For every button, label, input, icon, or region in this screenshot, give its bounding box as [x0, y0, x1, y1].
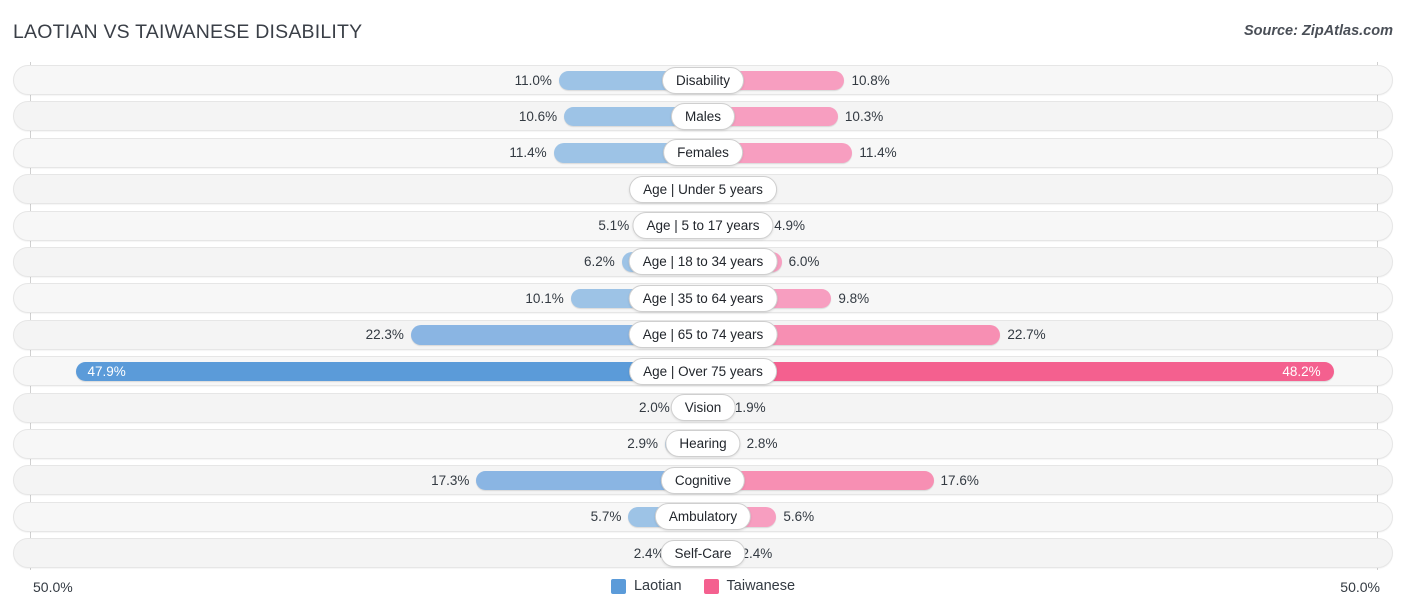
table-row: 10.6% 10.3% Males: [0, 98, 1406, 134]
category-label: Self-Care: [660, 539, 746, 567]
value-label-laotian: 2.9%: [627, 436, 659, 452]
value-label-taiwanese: 6.0%: [788, 254, 820, 270]
table-row: 22.3% 22.7% Age | 65 to 74 years: [0, 317, 1406, 353]
legend-swatch-icon: [610, 578, 626, 594]
value-label-taiwanese: 5.6%: [783, 509, 815, 525]
value-label-laotian: 5.1%: [598, 218, 630, 234]
value-label-laotian: 22.3%: [365, 327, 404, 343]
category-label: Age | Under 5 years: [629, 175, 777, 203]
category-label: Hearing: [665, 430, 741, 458]
value-label-taiwanese: 9.8%: [838, 290, 870, 306]
bar-laotian: [75, 361, 703, 382]
value-label-laotian: 10.1%: [525, 290, 564, 306]
bar-taiwanese: [703, 361, 1335, 382]
legend-swatch-icon: [703, 578, 719, 594]
value-label-laotian: 11.4%: [509, 145, 547, 161]
category-label: Vision: [670, 394, 736, 422]
chart-plot-area: 11.0% 10.8% Disability 10.6% 10.3% Males 11.4%…: [0, 62, 1406, 574]
value-label-laotian: 47.9%: [87, 363, 126, 379]
value-label-taiwanese: 11.4%: [859, 145, 897, 161]
category-label: Disability: [661, 66, 745, 94]
category-label: Age | 35 to 64 years: [628, 284, 778, 312]
chart-page: LAOTIAN VS TAIWANESE DISABILITY Source: …: [0, 0, 1406, 612]
category-label: Males: [670, 102, 736, 130]
category-label: Cognitive: [660, 466, 746, 494]
legend-label: Laotian: [633, 578, 682, 594]
value-label-taiwanese: 48.2%: [1282, 363, 1321, 379]
source-attribution: Source: ZipAtlas.com: [1243, 23, 1393, 39]
table-row: 2.4% 2.4% Self-Care: [0, 535, 1406, 571]
value-label-laotian: 6.2%: [584, 254, 615, 270]
table-row: 10.1% 9.8% Age | 35 to 64 years: [0, 280, 1406, 316]
table-row: 5.7% 5.6% Ambulatory: [0, 499, 1406, 535]
category-label: Age | 65 to 74 years: [628, 321, 778, 349]
table-row: 6.2% 6.0% Age | 18 to 34 years: [0, 244, 1406, 280]
value-label-laotian: 2.0%: [639, 400, 670, 416]
value-label-laotian: 17.3%: [431, 472, 470, 488]
category-label: Ambulatory: [654, 503, 752, 531]
table-row: 2.9% 2.8% Hearing: [0, 426, 1406, 462]
table-row: 11.0% 10.8% Disability: [0, 62, 1406, 98]
value-label-taiwanese: 22.7%: [1007, 327, 1046, 343]
value-label-taiwanese: 10.8%: [851, 72, 890, 88]
table-row: 11.4% 11.4% Females: [0, 135, 1406, 171]
value-label-taiwanese: 1.9%: [734, 400, 766, 416]
value-label-taiwanese: 4.9%: [774, 218, 805, 234]
table-row: 5.1% 4.9% Age | 5 to 17 years: [0, 208, 1406, 244]
chart-rows: 11.0% 10.8% Disability 10.6% 10.3% Males 11.4%…: [0, 62, 1406, 571]
table-row: 1.2%1.3%Age | Under 5 years: [0, 171, 1406, 207]
legend-label: Taiwanese: [726, 578, 796, 594]
table-row: 2.0% 1.9% Vision: [0, 390, 1406, 426]
value-label-laotian: 5.7%: [590, 509, 622, 525]
page-title: LAOTIAN VS TAIWANESE DISABILITY: [13, 21, 363, 43]
value-label-taiwanese: 10.3%: [844, 108, 884, 124]
category-label: Age | Over 75 years: [629, 357, 777, 385]
value-label-laotian: 10.6%: [518, 108, 558, 124]
legend-item[interactable]: Taiwanese: [703, 578, 796, 594]
chart-legend: Laotian Taiwanese: [0, 578, 1406, 594]
category-label: Females: [663, 139, 743, 167]
chart-footer: 50.0% 50.0% Laotian Taiwanese: [0, 575, 1406, 612]
table-row: 47.9% 48.2% Age | Over 75 years: [0, 353, 1406, 389]
value-label-laotian: 11.0%: [514, 72, 552, 88]
table-row: 17.3% 17.6% Cognitive: [0, 462, 1406, 498]
category-label: Age | 18 to 34 years: [628, 248, 778, 276]
legend-item[interactable]: Laotian: [610, 578, 682, 594]
value-label-taiwanese: 2.4%: [741, 545, 773, 561]
chart-header: LAOTIAN VS TAIWANESE DISABILITY Source: …: [0, 0, 1406, 60]
category-label: Age | 5 to 17 years: [632, 212, 774, 240]
value-label-taiwanese: 17.6%: [940, 472, 979, 488]
value-label-taiwanese: 2.8%: [746, 436, 778, 452]
